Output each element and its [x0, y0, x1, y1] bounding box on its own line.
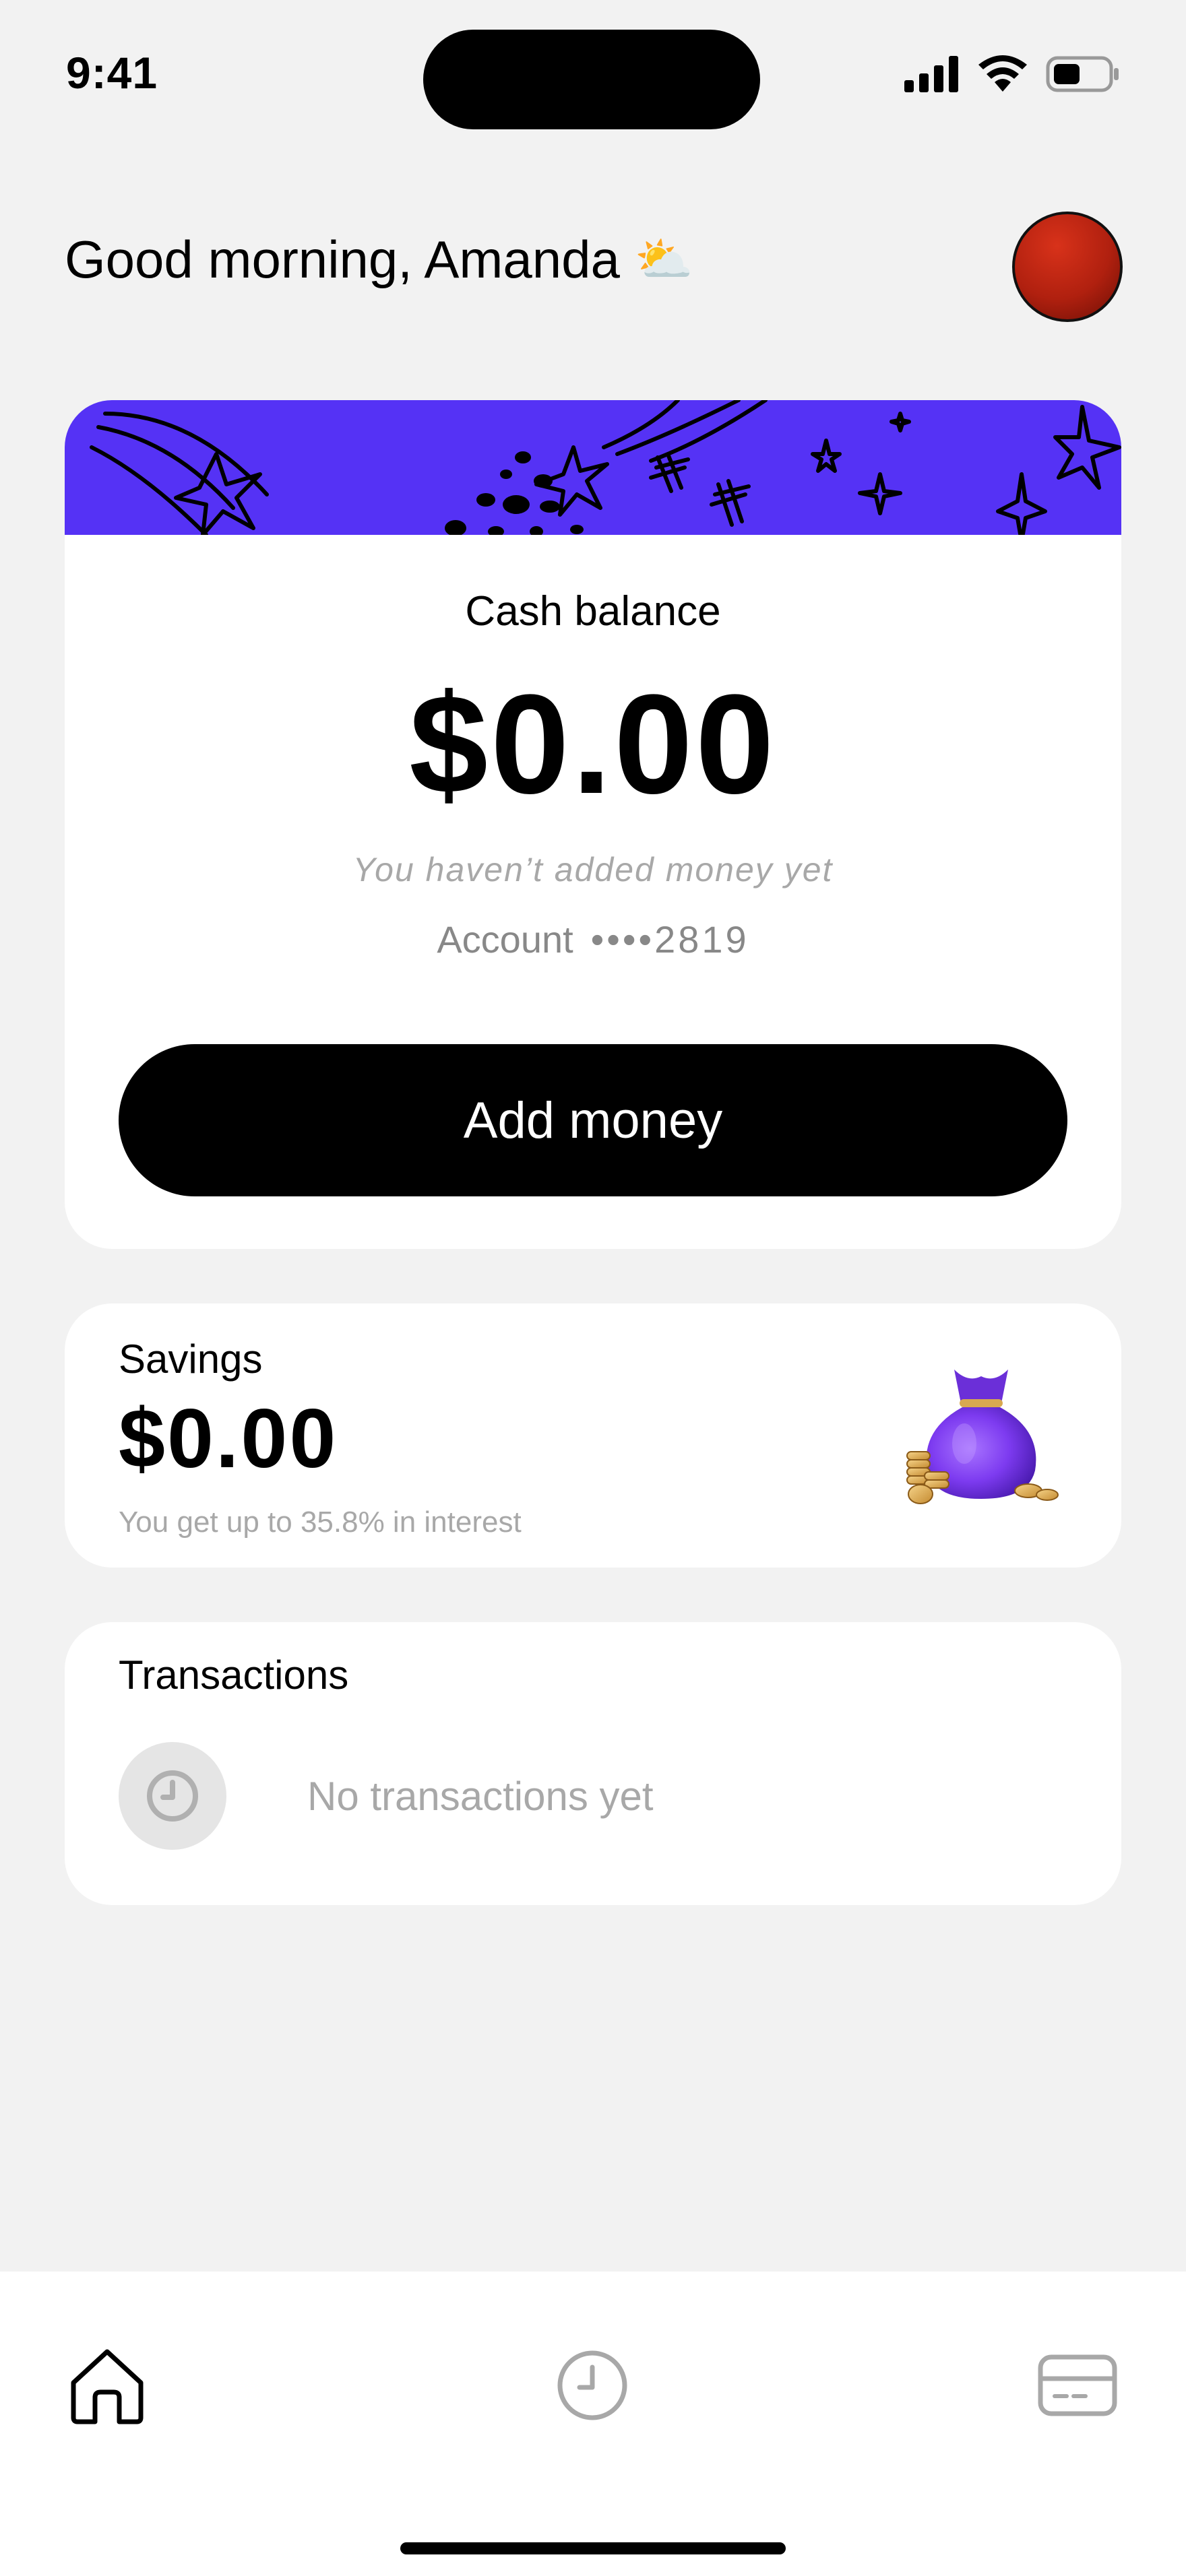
clock-icon: [557, 2350, 627, 2420]
cash-balance-label: Cash balance: [465, 588, 721, 635]
transactions-label: Transactions: [119, 1652, 349, 1698]
status-bar: 9:41: [0, 0, 1186, 155]
tab-card[interactable]: [1034, 2342, 1121, 2429]
greeting: Good morning, Amanda ⛅: [65, 229, 693, 290]
dynamic-island: [423, 30, 760, 129]
account-mask: ••••2819: [590, 918, 749, 961]
status-time: 9:41: [66, 48, 158, 98]
add-money-button[interactable]: Add money: [119, 1044, 1067, 1196]
savings-interest-note: You get up to 35.8% in interest: [119, 1506, 522, 1539]
cash-balance-card: Cash balance $0.00 You haven’t added mon…: [65, 400, 1121, 1249]
wifi-icon: [978, 55, 1027, 92]
avatar[interactable]: [1012, 212, 1123, 322]
cellular-signal-icon: [904, 56, 958, 92]
battery-icon: [1046, 56, 1119, 92]
transactions-card: Transactions No transactions yet: [65, 1622, 1121, 1905]
home-icon: [71, 2349, 144, 2424]
account-label: Account: [437, 918, 573, 961]
cash-balance-amount: $0.00: [409, 665, 777, 823]
savings-amount: $0.00: [119, 1392, 338, 1485]
account-number: Account ••••2819: [65, 917, 1121, 961]
tab-history[interactable]: [549, 2342, 636, 2429]
status-icons: [904, 55, 1120, 93]
weather-icon: ⛅: [634, 232, 694, 286]
greeting-text: Good morning, Amanda: [65, 230, 620, 289]
clock-icon: [147, 1770, 198, 1822]
savings-card[interactable]: Savings $0.00 You get up to 35.8% in int…: [65, 1303, 1121, 1568]
tab-bar: [0, 2272, 1186, 2576]
card-icon: [1038, 2354, 1117, 2416]
stars-doodle-decoration: [90, 400, 1121, 544]
transactions-empty-icon: [119, 1742, 226, 1850]
home-indicator: [400, 2542, 786, 2554]
savings-label: Savings: [119, 1337, 263, 1382]
money-bag-icon: [906, 1370, 1059, 1504]
tab-home[interactable]: [63, 2342, 151, 2429]
transactions-empty-text: No transactions yet: [307, 1774, 654, 1819]
card-banner: [65, 400, 1121, 544]
cash-balance-note: You haven’t added money yet: [352, 851, 834, 889]
